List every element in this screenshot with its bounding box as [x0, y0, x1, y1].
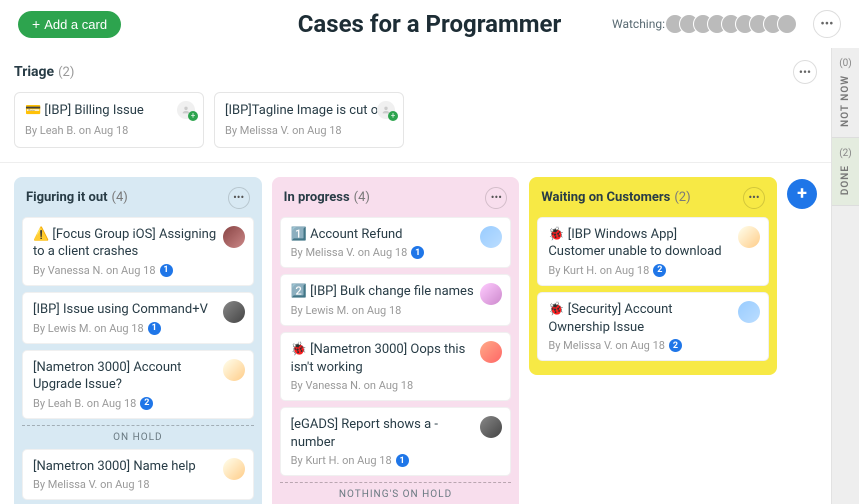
- card[interactable]: 1️⃣ Account Refund By Melissa V. on Aug …: [280, 217, 512, 269]
- assignee-avatar[interactable]: [223, 458, 245, 480]
- card-byline: By Lewis M. on Aug 18: [291, 304, 501, 317]
- assignee-avatar[interactable]: [223, 301, 245, 323]
- column-figuring: Figuring it out (4) ••• ⚠️ [Focus Group iO…: [14, 177, 262, 504]
- comment-badge: 1: [396, 454, 409, 467]
- card-title: [Nametron 3000] Name help: [33, 458, 243, 476]
- card-title: [IBP]Tagline Image is cut off: [225, 103, 393, 120]
- triage-section: Triage (2) ••• 💳 [IBP] Billing Issue By …: [0, 48, 831, 163]
- board: Triage (2) ••• 💳 [IBP] Billing Issue By …: [0, 48, 831, 504]
- card[interactable]: [eGADS] Report shows a -number By Kurt H…: [280, 407, 512, 476]
- triage-more-button[interactable]: •••: [793, 60, 817, 84]
- watching-label: Watching:: [612, 17, 665, 31]
- rail-label: DONE: [840, 165, 851, 195]
- page-title: Cases for a Programmer: [298, 10, 562, 38]
- watcher-avatars[interactable]: [671, 14, 797, 34]
- card[interactable]: 🐞 [IBP Windows App] Customer unable to d…: [537, 217, 769, 286]
- assignee-avatar[interactable]: [223, 226, 245, 248]
- card-byline: By Kurt H. on Aug 18 2: [548, 264, 758, 277]
- card-title: 🐞 [Security] Account Ownership Issue: [548, 301, 758, 336]
- assign-add-icon[interactable]: +: [188, 111, 198, 121]
- card-title: ⚠️ [Focus Group iOS] Assigning to a clie…: [33, 226, 243, 261]
- assign-add-icon[interactable]: +: [388, 111, 398, 121]
- column-waiting: Waiting on Customers (2) ••• 🐞 [IBP Window…: [529, 177, 777, 375]
- card[interactable]: 🐞 [Security] Account Ownership Issue By …: [537, 292, 769, 361]
- card-title: 1️⃣ Account Refund: [291, 226, 501, 244]
- card-title: 💳 [IBP] Billing Issue: [25, 103, 193, 120]
- assignee-avatar[interactable]: [223, 359, 245, 381]
- header: + Add a card Cases for a Programmer Watc…: [0, 0, 859, 48]
- card[interactable]: 2️⃣ [IBP] Bulk change file names By Lewi…: [280, 274, 512, 326]
- column-header: In progress (4) •••: [280, 185, 512, 217]
- column-header: Waiting on Customers (2) •••: [537, 185, 769, 217]
- column-more-button[interactable]: •••: [743, 187, 765, 209]
- side-rail: (0) NOT NOW (2) DONE: [831, 48, 859, 504]
- assignee-avatar[interactable]: [480, 226, 502, 248]
- card[interactable]: ⚠️ [Focus Group iOS] Assigning to a clie…: [22, 217, 254, 286]
- triage-card[interactable]: [IBP]Tagline Image is cut off By Melissa…: [214, 92, 404, 148]
- card-title: 🐞 [IBP Windows App] Customer unable to d…: [548, 226, 758, 261]
- columns: Figuring it out (4) ••• ⚠️ [Focus Group iO…: [0, 163, 831, 504]
- plus-icon: +: [32, 17, 40, 31]
- column-count: (4): [354, 190, 370, 205]
- triage-header: Triage (2) •••: [14, 56, 817, 92]
- comment-badge: 1: [411, 246, 424, 259]
- assignee-avatar[interactable]: [480, 283, 502, 305]
- triage-cards: 💳 [IBP] Billing Issue By Leah B. on Aug …: [14, 92, 817, 148]
- watcher-avatar[interactable]: [777, 14, 797, 34]
- card-title: [IBP] Issue using Command+V: [33, 301, 243, 319]
- column-title: Figuring it out: [26, 190, 108, 205]
- comment-badge: 1: [160, 264, 173, 277]
- header-more-button[interactable]: •••: [813, 10, 841, 38]
- add-card-label: Add a card: [44, 17, 107, 32]
- card[interactable]: [Nametron 3000] Account Upgrade Issue? B…: [22, 350, 254, 419]
- card-title: [Nametron 3000] Account Upgrade Issue?: [33, 359, 243, 394]
- comment-badge: 2: [653, 264, 666, 277]
- triage-card[interactable]: 💳 [IBP] Billing Issue By Leah B. on Aug …: [14, 92, 204, 148]
- column-count: (4): [112, 190, 128, 205]
- card[interactable]: [Nametron 3000] Name help By Melissa V. …: [22, 449, 254, 501]
- watching-area: Watching: •••: [612, 10, 841, 38]
- rail-section-not-now[interactable]: (0) NOT NOW: [832, 48, 859, 138]
- comment-badge: 2: [140, 397, 153, 410]
- assignee-avatar[interactable]: [738, 301, 760, 323]
- card-byline: By Melissa V. on Aug 18: [225, 124, 393, 137]
- card-byline: By Melissa V. on Aug 18: [33, 478, 243, 491]
- triage-title: Triage: [14, 64, 54, 80]
- column-title: In progress: [284, 190, 350, 205]
- hold-separator: ON HOLD: [22, 425, 254, 449]
- card[interactable]: 🐞 [Nametron 3000] Oops this isn't workin…: [280, 332, 512, 401]
- column-count: (2): [674, 190, 690, 205]
- card-byline: By Melissa V. on Aug 18 1: [291, 246, 501, 259]
- add-column-button[interactable]: +: [787, 179, 817, 209]
- main: Triage (2) ••• 💳 [IBP] Billing Issue By …: [0, 48, 859, 504]
- comment-badge: 1: [148, 322, 161, 335]
- column-inprogress: In progress (4) ••• 1️⃣ Account Refund By …: [272, 177, 520, 504]
- card-byline: By Leah B. on Aug 18: [25, 124, 193, 137]
- card-byline: By Vanessa N. on Aug 18: [291, 379, 501, 392]
- card-byline: By Leah B. on Aug 18 2: [33, 397, 243, 410]
- rail-count: (0): [839, 58, 852, 69]
- comment-badge: 2: [669, 339, 682, 352]
- column-more-button[interactable]: •••: [228, 187, 250, 209]
- triage-count: (2): [58, 65, 74, 80]
- card-byline: By Melissa V. on Aug 18 2: [548, 339, 758, 352]
- card-title: 🐞 [Nametron 3000] Oops this isn't workin…: [291, 341, 501, 376]
- card-title: [eGADS] Report shows a -number: [291, 416, 501, 451]
- assignee-avatar[interactable]: [738, 226, 760, 248]
- rail-section-done[interactable]: (2) DONE: [832, 138, 859, 206]
- rail-label: NOT NOW: [840, 75, 851, 127]
- rail-count: (2): [839, 148, 852, 159]
- hold-separator: NOTHING'S ON HOLD: [280, 482, 512, 504]
- card-byline: By Vanessa N. on Aug 18 1: [33, 264, 243, 277]
- column-more-button[interactable]: •••: [485, 187, 507, 209]
- card-byline: By Lewis M. on Aug 18 1: [33, 322, 243, 335]
- column-header: Figuring it out (4) •••: [22, 185, 254, 217]
- card-title: 2️⃣ [IBP] Bulk change file names: [291, 283, 501, 301]
- column-title: Waiting on Customers: [541, 190, 670, 205]
- add-card-button[interactable]: + Add a card: [18, 11, 121, 38]
- card[interactable]: [IBP] Issue using Command+V By Lewis M. …: [22, 292, 254, 344]
- card-byline: By Kurt H. on Aug 18 1: [291, 454, 501, 467]
